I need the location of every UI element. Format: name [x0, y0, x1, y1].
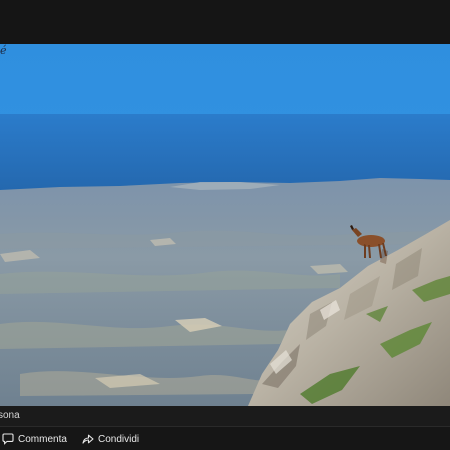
share-label: Condividi: [98, 433, 140, 445]
share-arrow-icon: [82, 434, 94, 444]
caption-text: sona: [0, 410, 20, 421]
photo-caption: sona: [0, 406, 450, 426]
comment-label: Commenta: [18, 433, 67, 445]
photo-watermark: é: [0, 44, 7, 57]
photo-viewer: é sona Commenta Condividi: [0, 0, 450, 450]
comment-button[interactable]: Commenta: [2, 427, 67, 450]
top-bar: [0, 0, 450, 44]
share-button[interactable]: Condividi: [82, 427, 139, 450]
photo[interactable]: [0, 44, 450, 406]
comment-bubble-icon: [2, 433, 14, 445]
action-bar: Commenta Condividi: [0, 426, 450, 450]
photo-image: [0, 44, 450, 406]
